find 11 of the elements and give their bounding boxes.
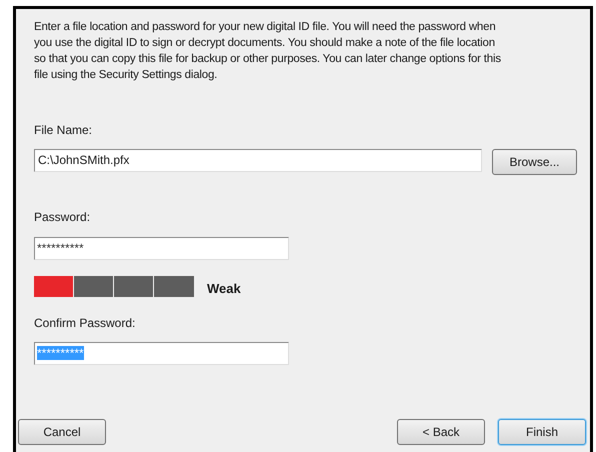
finish-button[interactable]: Finish <box>498 419 586 445</box>
browse-button[interactable]: Browse... <box>492 149 577 175</box>
confirm-password-label: Confirm Password: <box>34 315 136 332</box>
file-name-label: File Name: <box>34 122 92 139</box>
password-label: Password: <box>34 209 90 226</box>
file-name-field[interactable]: C:\JohnSMith.pfx <box>34 149 482 172</box>
strength-label: Weak <box>207 280 241 298</box>
cancel-button[interactable]: Cancel <box>18 419 106 445</box>
instructions-text: Enter a file location and password for your new digital ID file. You will need the password when you use the digital ID to sign or decrypt documents. You should make a note of the file location so that you can copy this file for backup or other purposes. You can later change options for this file using the Security Settings dialog. <box>34 20 502 83</box>
password-field[interactable]: ********** <box>34 237 289 260</box>
back-button[interactable]: < Back <box>397 419 485 445</box>
